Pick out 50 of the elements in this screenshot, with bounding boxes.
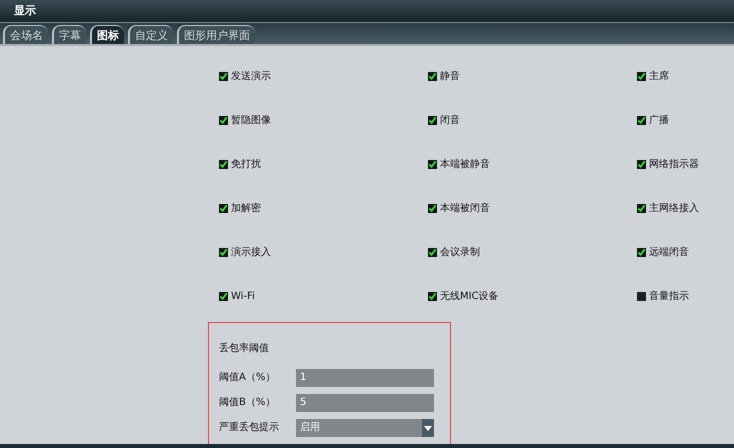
checkbox-label: 主网络接入 (649, 202, 699, 216)
field-label: 阈值A（%） (219, 371, 276, 385)
checkbox[interactable] (637, 116, 646, 124)
caret-icon (422, 418, 434, 436)
section-title: 丢包率阈值 (219, 342, 270, 356)
checkbox[interactable] (219, 160, 228, 168)
checkbox[interactable] (637, 204, 646, 212)
checkbox-label: 加解密 (231, 202, 261, 216)
checkbox[interactable] (219, 204, 228, 212)
checkbox-label: Wi-Fi (231, 290, 255, 304)
field-label: 严重丢包提示 (219, 420, 280, 435)
checkbox[interactable] (428, 204, 437, 212)
tab[interactable]: 图形用户界面 (177, 25, 255, 44)
checkbox-label: 本端被闭音 (440, 202, 490, 216)
checkbox-label: 网络指示器 (649, 158, 699, 172)
checkbox[interactable] (428, 116, 437, 124)
checkbox-label: 免打扰 (231, 158, 261, 172)
input-field[interactable]: 1 (296, 368, 434, 386)
checkbox-label: 远端闭音 (649, 246, 689, 260)
checkbox-label: 静音 (440, 70, 460, 84)
checkbox-label: 发送演示 (231, 70, 271, 84)
checkbox[interactable] (428, 160, 437, 168)
checkbox[interactable] (428, 292, 437, 300)
checkbox-label: 无线MIC设备 (440, 290, 499, 304)
tab[interactable]: 字幕 (52, 25, 86, 44)
checkbox[interactable] (428, 72, 437, 80)
checkbox[interactable] (428, 248, 437, 256)
window-title: 显示 (14, 2, 36, 19)
input-field[interactable]: 5 (296, 394, 434, 412)
checkbox-label: 暂隐图像 (231, 114, 271, 128)
checkbox-label: 广播 (649, 114, 669, 128)
checkbox-label: 闭音 (440, 114, 460, 128)
tab[interactable]: 自定义 (128, 25, 173, 44)
checkbox[interactable] (219, 116, 228, 124)
field-label: 阈值B（%） (219, 396, 276, 410)
checkbox[interactable] (637, 248, 646, 256)
checkbox[interactable] (637, 292, 646, 300)
checkbox-label: 会议录制 (440, 246, 480, 260)
checkbox-label: 演示接入 (231, 246, 271, 260)
checkbox[interactable] (637, 160, 646, 168)
checkbox[interactable] (219, 292, 228, 300)
checkbox-label: 本端被静音 (440, 158, 490, 172)
checkbox-label: 主席 (649, 70, 669, 84)
tab[interactable]: 图标 (90, 25, 124, 44)
tab[interactable]: 会场名 (3, 25, 48, 44)
dropdown[interactable]: 启用 (296, 418, 434, 436)
checkbox[interactable] (219, 248, 228, 256)
checkbox[interactable] (637, 72, 646, 80)
checkbox[interactable] (219, 72, 228, 80)
checkbox-label: 音量指示 (649, 290, 689, 304)
